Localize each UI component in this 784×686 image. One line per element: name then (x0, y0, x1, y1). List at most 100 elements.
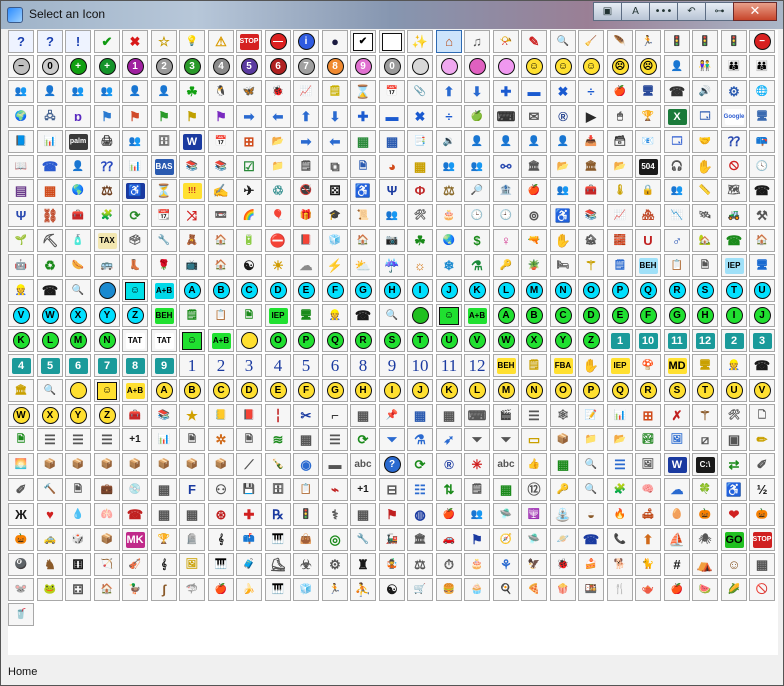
telephone-green-icon[interactable]: ☎ (350, 304, 376, 327)
worker-icon[interactable]: 👷 (8, 279, 34, 302)
letter-k-green-icon[interactable]: K (8, 329, 34, 352)
network-icon[interactable]: 🖧 (37, 105, 63, 128)
letter-v-yellow-icon[interactable]: V (749, 379, 775, 402)
us-flag-icon[interactable]: ⚑ (379, 503, 405, 526)
letter-t-yellow-icon[interactable]: T (692, 379, 718, 402)
apple-4-icon[interactable]: 🍎 (664, 578, 690, 601)
people-3-icon[interactable]: 👥 (94, 80, 120, 103)
letter-v-cyan-icon[interactable]: V (8, 304, 34, 327)
title-bar[interactable]: Select an Icon ▣ A ••• ↶ ⊶ ✕ (1, 1, 783, 29)
fountain-icon[interactable]: ⛲ (550, 503, 576, 526)
cube-icon[interactable]: 🧊 (322, 229, 348, 252)
dashboard-icon[interactable]: 🗔 (664, 130, 690, 153)
letter-f-cyan-icon[interactable]: F (322, 279, 348, 302)
clipboard-green-icon[interactable]: 📋 (208, 304, 234, 327)
first-aid-icon[interactable]: ✚ (236, 503, 262, 526)
boxes-4-icon[interactable]: 📦 (151, 453, 177, 476)
chest-icon[interactable]: 🧳 (236, 553, 262, 576)
burger-icon[interactable]: 🍔 (436, 578, 462, 601)
letter-l-green-icon[interactable]: L (37, 329, 63, 352)
wheelchair-3-icon[interactable]: ♿ (550, 204, 576, 227)
close-button[interactable]: ✕ (733, 2, 777, 21)
page-2-icon[interactable]: 🗎 (179, 428, 205, 451)
user-note-icon[interactable]: 👤 (65, 155, 91, 178)
grid-4-icon[interactable]: ▦ (151, 503, 177, 526)
globe-icon[interactable]: 🌐 (749, 80, 775, 103)
four-leaf-icon[interactable]: 🍀 (692, 478, 718, 501)
letter-d-yellow-icon[interactable]: D (236, 379, 262, 402)
grid-6-icon[interactable]: ▦ (350, 503, 376, 526)
clock-3-icon[interactable]: 🕘 (493, 204, 519, 227)
apple-2-icon[interactable]: 🍎 (436, 503, 462, 526)
puzzle-icon[interactable]: 🧩 (94, 204, 120, 227)
flowchart-icon[interactable]: ⛓ (37, 204, 63, 227)
key-2-icon[interactable]: 🔑 (550, 478, 576, 501)
headphones-icon[interactable]: 🎧 (664, 155, 690, 178)
money-house-2-icon[interactable]: 🏠 (749, 229, 775, 252)
clover-icon[interactable]: ☘ (179, 80, 205, 103)
pizza-icon[interactable]: 🍕 (521, 578, 547, 601)
book-open-icon[interactable]: 📖 (8, 155, 34, 178)
flag-3-icon[interactable]: ⚑ (151, 105, 177, 128)
letter-s-cyan-icon[interactable]: S (692, 279, 718, 302)
apple-logo-icon[interactable]: 🍎 (607, 80, 633, 103)
copy-icon[interactable]: ⧉ (322, 155, 348, 178)
letter-m-green-icon[interactable]: M (65, 329, 91, 352)
registered-icon[interactable]: ® (550, 105, 576, 128)
snowflake-icon[interactable]: ❄ (436, 254, 462, 277)
list-3-icon[interactable]: ☰ (65, 428, 91, 451)
letter-q-green-icon[interactable]: Q (322, 329, 348, 352)
portrait-icon[interactable]: 🖼 (635, 453, 661, 476)
fire-icon[interactable]: 🔥 (607, 503, 633, 526)
undo-icon[interactable]: ↶ (677, 2, 705, 21)
letter-o-yellow-icon[interactable]: O (550, 379, 576, 402)
cat-icon[interactable]: 🐈 (635, 553, 661, 576)
number-3-teal-icon[interactable]: 3 (749, 329, 775, 352)
x-blue-icon[interactable]: ✖ (407, 105, 433, 128)
letter-y-green-icon[interactable]: Y (550, 329, 576, 352)
plus-blue-icon[interactable]: ✚ (493, 80, 519, 103)
window-icon[interactable]: 🗔 (692, 105, 718, 128)
duck-icon[interactable]: 🦆 (122, 578, 148, 601)
eight-ball-icon[interactable]: 🎱 (8, 553, 34, 576)
satellite-icon[interactable]: 🛰 (692, 204, 718, 227)
funnel-icon[interactable]: ⏷ (379, 428, 405, 451)
barchart-icon[interactable]: 📊 (122, 155, 148, 178)
biohazard-icon[interactable]: ☣ (293, 553, 319, 576)
dots-menu-icon[interactable]: ••• (649, 2, 677, 21)
robot-icon[interactable]: 🤖 (8, 254, 34, 277)
letter-l-cyan-icon[interactable]: L (493, 279, 519, 302)
apple-red-icon[interactable]: 🍎 (521, 179, 547, 202)
number-8-teal-icon[interactable]: 8 (122, 354, 148, 377)
audio-icon[interactable]: 🔉 (436, 130, 462, 153)
soda-icon[interactable]: 🥤 (8, 603, 34, 626)
refresh-green-icon[interactable]: ⟳ (122, 204, 148, 227)
book-icon[interactable]: 📘 (8, 130, 34, 153)
lunch-tray-icon[interactable]: 🍱 (578, 578, 604, 601)
phi-icon[interactable]: Φ (407, 179, 433, 202)
abc-icon[interactable]: abc (493, 453, 519, 476)
seahorse-icon[interactable]: ʃ (151, 578, 177, 601)
folder-blue-icon[interactable]: 📂 (265, 130, 291, 153)
help-person-icon[interactable]: ⁇ (721, 130, 747, 153)
number-5-purple-icon[interactable]: 5 (236, 55, 262, 78)
badge-12-icon[interactable]: ⑫ (521, 478, 547, 501)
treble-clef-icon[interactable]: 𝄞 (208, 528, 234, 551)
person-icon[interactable]: 👤 (37, 80, 63, 103)
exclamation-icon[interactable]: ! (65, 30, 91, 53)
pumpkin-icon[interactable]: 🎃 (692, 503, 718, 526)
cloud-2-icon[interactable]: ☁ (664, 478, 690, 501)
letter-p-yellow-icon[interactable]: P (578, 379, 604, 402)
toolbox-icon[interactable]: 🧰 (578, 179, 604, 202)
scale-icon[interactable]: ⚖ (407, 553, 433, 576)
sparkle-icon[interactable]: ✳ (464, 453, 490, 476)
spreadsheet-3-icon[interactable]: ▦ (407, 155, 433, 178)
thumbs-up-icon[interactable]: 👍 (521, 453, 547, 476)
magnifier-5-icon[interactable]: 🔍 (578, 478, 604, 501)
money-house-icon[interactable]: 🏠 (208, 229, 234, 252)
magnifier-4-icon[interactable]: 🔍 (578, 453, 604, 476)
grid-5-icon[interactable]: ▦ (179, 503, 205, 526)
document-2-icon[interactable]: 🗎 (65, 478, 91, 501)
treble-clef-2-icon[interactable]: 𝄞 (151, 553, 177, 576)
letter-c-green-icon[interactable]: C (550, 304, 576, 327)
